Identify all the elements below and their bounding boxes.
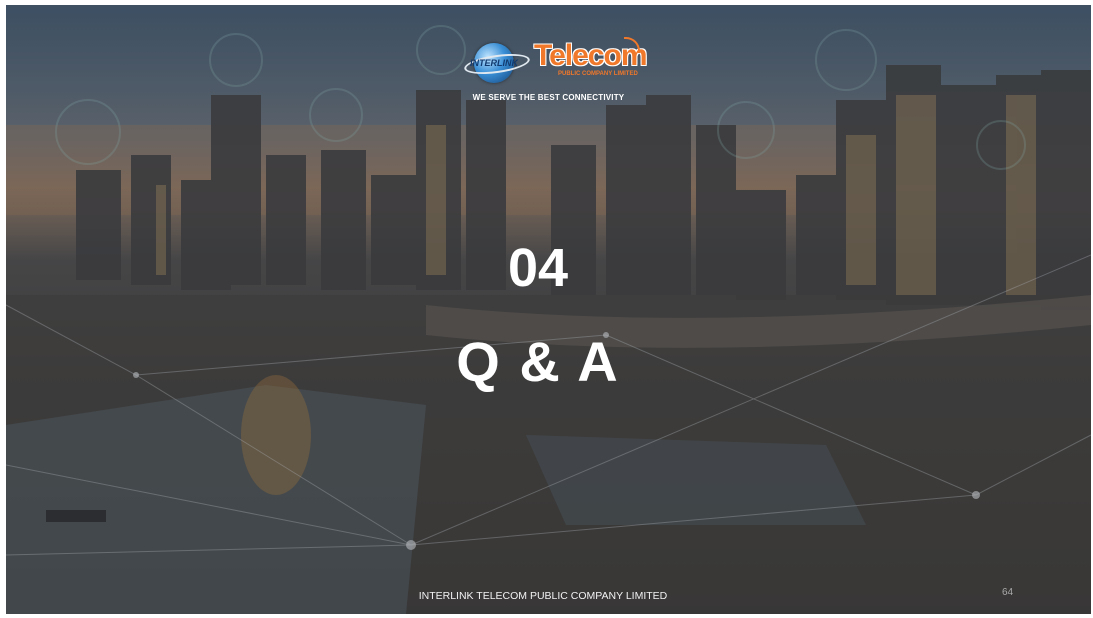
section-number: 04	[507, 238, 569, 298]
company-logo: INTERLINK Telecom PUBLIC COMPANY LIMITED	[463, 37, 647, 89]
logo-interlink-text: INTERLINK	[470, 58, 518, 68]
logo-subtitle: PUBLIC COMPANY LIMITED	[558, 71, 638, 77]
section-title: Q & A	[456, 330, 620, 393]
slide: INTERLINK Telecom PUBLIC COMPANY LIMITED…	[6, 5, 1091, 614]
footer-company-name: INTERLINK TELECOM PUBLIC COMPANY LIMITED	[418, 590, 668, 602]
page-number: 64	[1002, 587, 1014, 598]
tagline: WE SERVE THE BEST CONNECTIVITY	[472, 93, 625, 102]
